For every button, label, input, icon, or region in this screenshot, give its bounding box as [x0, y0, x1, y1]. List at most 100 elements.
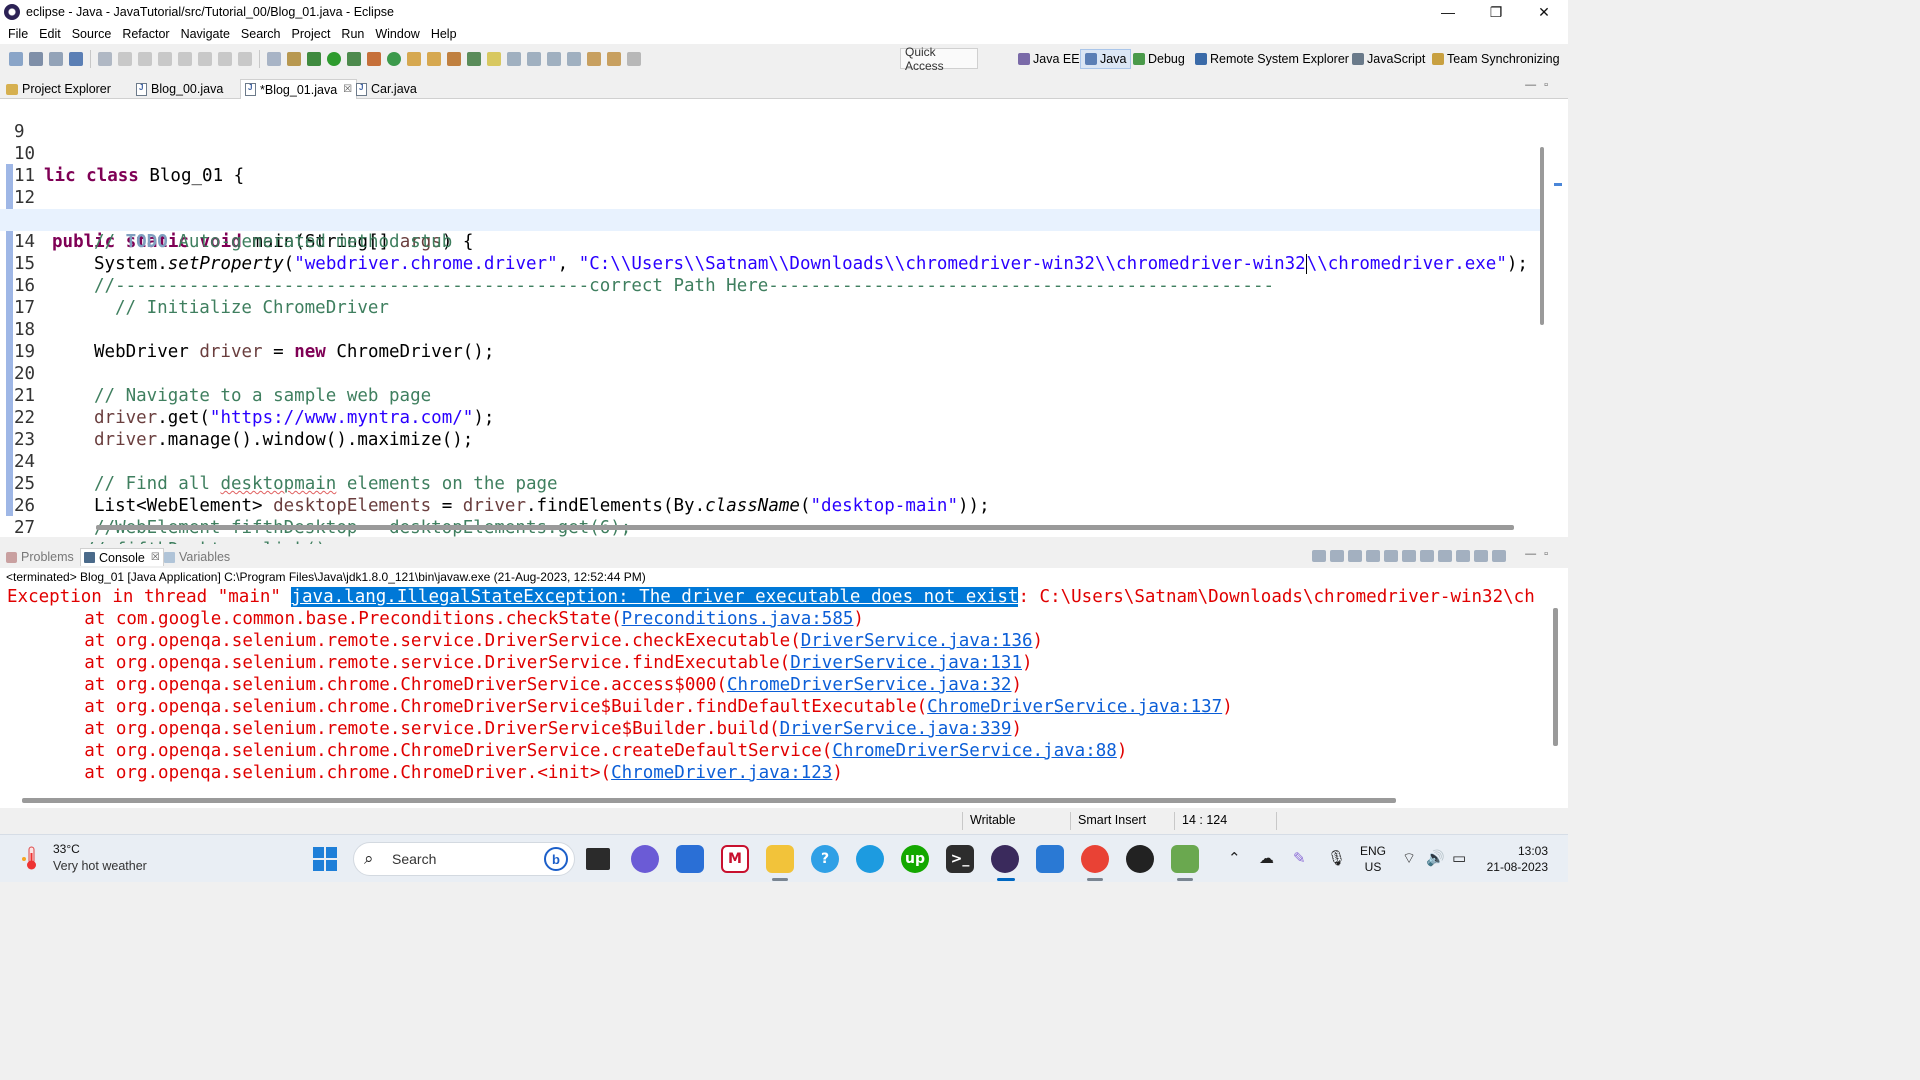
use-step-filters-icon[interactable] — [287, 52, 301, 66]
microsoft-store-icon[interactable] — [676, 845, 704, 873]
clear-console-icon[interactable] — [1366, 550, 1380, 562]
remove-launch-icon[interactable] — [1330, 550, 1344, 562]
perspective-java-ee[interactable]: Java EE — [1018, 49, 1080, 69]
menu-file[interactable]: File — [4, 27, 35, 41]
stack-trace-link[interactable]: Preconditions.java:585 — [622, 609, 854, 629]
perspective-java[interactable]: Java — [1080, 49, 1132, 69]
menu-project[interactable]: Project — [288, 27, 338, 41]
save-all-icon[interactable] — [49, 52, 63, 66]
thermometer-icon[interactable] — [20, 845, 42, 871]
status-insert-mode[interactable]: Smart Insert — [1078, 813, 1146, 827]
teams-chat-icon[interactable] — [631, 845, 659, 873]
tab-blog-01-java[interactable]: *Blog_01.java ☒ — [240, 79, 358, 99]
menu-search[interactable]: Search — [237, 27, 288, 41]
skip-breakpoints-icon[interactable] — [98, 52, 112, 66]
close-tab-icon[interactable]: ☒ — [343, 84, 352, 95]
coverage-icon[interactable] — [347, 52, 361, 66]
volume-icon[interactable]: 🔊 — [1426, 849, 1445, 867]
next-annotation-icon[interactable] — [547, 52, 561, 66]
microphone-icon[interactable]: 🎙 — [1327, 849, 1346, 867]
stack-trace-link[interactable]: ChromeDriverService.java:137 — [927, 697, 1222, 717]
stack-trace-link[interactable]: DriverService.java:131 — [790, 653, 1022, 673]
overview-ruler-mark[interactable] — [1554, 183, 1562, 186]
stack-trace-link[interactable]: ChromeDriverService.java:32 — [727, 675, 1011, 695]
print-icon[interactable] — [69, 52, 83, 66]
console-horizontal-scrollbar[interactable] — [22, 798, 1396, 803]
step-return-icon[interactable] — [238, 52, 252, 66]
external-tools-icon[interactable] — [367, 52, 381, 66]
perspective-team-synchronizing[interactable]: Team Synchronizing — [1432, 49, 1560, 69]
back-icon[interactable] — [607, 52, 621, 66]
photos-icon[interactable] — [1036, 845, 1064, 873]
step-into-icon[interactable] — [198, 52, 212, 66]
file-explorer-icon[interactable] — [766, 845, 794, 873]
new-icon[interactable] — [9, 52, 23, 66]
close-button[interactable]: ✕ — [1520, 0, 1568, 24]
bing-icon[interactable]: b — [544, 847, 568, 871]
taskbar-search[interactable]: ⌕ Search b — [353, 842, 575, 876]
new-package-icon[interactable] — [407, 52, 421, 66]
menu-run[interactable]: Run — [337, 27, 371, 41]
show-on-output-icon[interactable] — [1420, 550, 1434, 562]
quick-access-input[interactable]: Quick Access — [900, 45, 978, 73]
drop-to-frame-icon[interactable] — [267, 52, 281, 66]
help-icon[interactable]: ? — [811, 845, 839, 873]
system-clock[interactable]: 13:03 21-08-2023 — [1482, 843, 1548, 875]
upwork-icon[interactable]: up — [901, 845, 929, 873]
open-type-icon[interactable] — [427, 52, 441, 66]
tab-blog-00-java[interactable]: Blog_00.java — [136, 79, 223, 99]
start-button[interactable] — [313, 847, 337, 871]
toggle-breadcrumb-icon[interactable] — [467, 52, 481, 66]
terminate-icon[interactable] — [1312, 550, 1326, 562]
previous-annotation-icon[interactable] — [567, 52, 581, 66]
stack-trace-link[interactable]: ChromeDriverService.java:88 — [832, 741, 1116, 761]
menu-navigate[interactable]: Navigate — [177, 27, 237, 41]
menu-window[interactable]: Window — [371, 27, 426, 41]
show-on-error-icon[interactable] — [1438, 550, 1452, 562]
restore-button[interactable]: ❐ — [1472, 0, 1520, 24]
console-minimize-maximize-icon[interactable]: —▫ — [1525, 548, 1556, 560]
wifi-icon[interactable]: ⌔ — [1402, 849, 1416, 868]
language-indicator[interactable]: ENG US — [1360, 843, 1386, 875]
tab-variables[interactable]: Variables — [164, 548, 230, 566]
show-whitespace-icon[interactable] — [527, 52, 541, 66]
eclipse-taskbar-icon[interactable] — [991, 845, 1019, 873]
minimize-button[interactable]: — — [1424, 0, 1472, 24]
tab-project-explorer[interactable]: Project Explorer — [6, 79, 111, 99]
onedrive-cloud-icon[interactable]: ☁ — [1259, 849, 1274, 867]
scroll-lock-icon[interactable] — [1384, 550, 1398, 562]
tab-problems[interactable]: Problems — [6, 548, 74, 566]
terminate-icon[interactable] — [158, 52, 172, 66]
resume-icon[interactable] — [118, 52, 132, 66]
open-console-icon[interactable] — [1492, 550, 1506, 562]
perspective-javascript[interactable]: JavaScript — [1352, 49, 1425, 69]
code-editor[interactable]: 9 10 lic class Blog_01 { 11 12 ⊖ public … — [0, 99, 1568, 560]
last-edit-location-icon[interactable] — [587, 52, 601, 66]
remove-all-icon[interactable] — [1348, 550, 1362, 562]
forward-icon[interactable] — [627, 52, 641, 66]
search-tool-icon[interactable] — [447, 52, 461, 66]
run-icon[interactable] — [327, 52, 341, 66]
console-output[interactable]: <terminated> Blog_01 [Java Application] … — [0, 568, 1568, 808]
word-wrap-icon[interactable] — [1402, 550, 1416, 562]
pin-console-icon[interactable] — [1456, 550, 1470, 562]
pen-icon[interactable]: ✎ — [1293, 849, 1306, 867]
block-selection-icon[interactable] — [507, 52, 521, 66]
mcafee-icon[interactable]: M — [721, 845, 749, 873]
disconnect-icon[interactable] — [178, 52, 192, 66]
tab-console[interactable]: Console ☒ — [80, 548, 164, 566]
mark-occurrences-icon[interactable] — [487, 52, 501, 66]
notepad-plus-icon[interactable] — [1171, 845, 1199, 873]
obs-icon[interactable] — [1126, 845, 1154, 873]
perspective-debug[interactable]: Debug — [1133, 49, 1185, 69]
debug-icon[interactable] — [307, 52, 321, 66]
console-vertical-scrollbar[interactable] — [1553, 608, 1558, 746]
close-console-icon[interactable]: ☒ — [151, 552, 160, 563]
weather-description[interactable]: Very hot weather — [53, 859, 147, 873]
new-java-project-icon[interactable] — [387, 52, 401, 66]
show-hidden-icons-chevron-icon[interactable]: ⌃ — [1228, 849, 1241, 867]
weather-temperature[interactable]: 33°C — [53, 842, 80, 856]
battery-icon[interactable]: ▭ — [1452, 849, 1466, 867]
stack-trace-link[interactable]: ChromeDriver.java:123 — [611, 763, 832, 783]
editor-vertical-scrollbar[interactable] — [1540, 147, 1544, 325]
